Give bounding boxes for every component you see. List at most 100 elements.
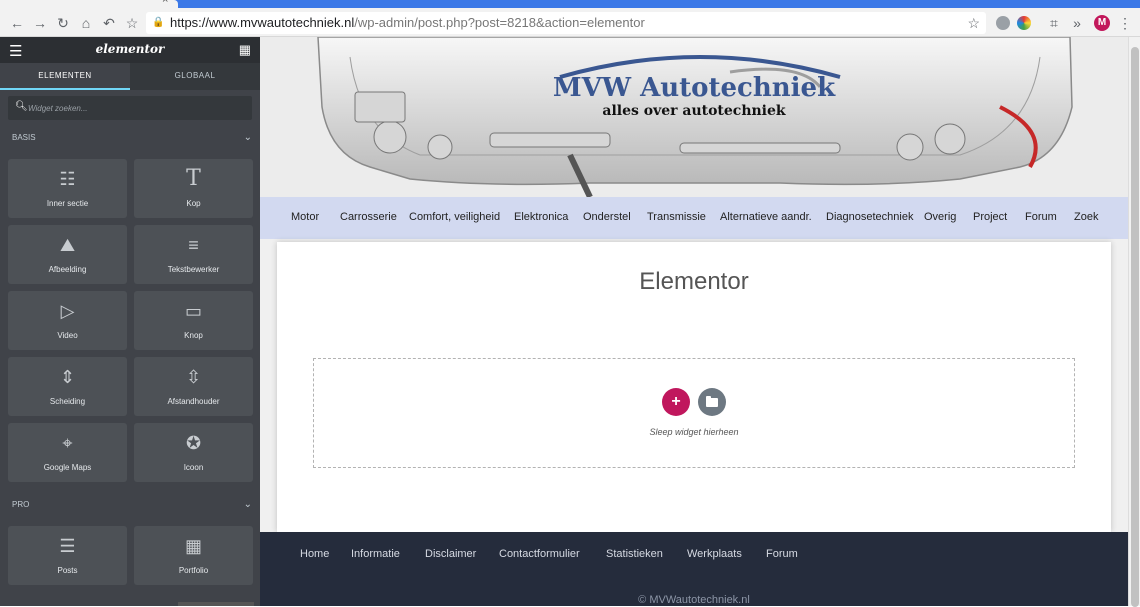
heading-icon: T [186, 166, 201, 191]
search-icon: 🔍︎ [15, 101, 28, 112]
chevron-down-icon: ⌄ [243, 132, 252, 143]
panel-footer-controls[interactable] [178, 602, 254, 606]
widget-posts[interactable]: ☰ Posts [8, 526, 127, 585]
bookmark-star-icon[interactable]: ☆ [123, 14, 141, 32]
tab-globaal[interactable]: GLOBAAL [130, 63, 260, 90]
divider-icon: ⇕ [59, 367, 76, 387]
site-header-banner: MVW Autotechniek alles over autotechniek [260, 37, 1128, 197]
category-label: PRO [12, 500, 30, 509]
widgets-grid-icon[interactable]: ▦ [239, 42, 251, 58]
page-title: Elementor [639, 268, 749, 295]
extension-chevron-icon[interactable]: » [1068, 14, 1086, 32]
extension-color-icon[interactable] [1017, 16, 1031, 30]
elementor-panel: ☰ elementor ▦ ELEMENTEN GLOBAAL 🔍︎ BASIS… [0, 37, 260, 606]
widget-label: Inner sectie [46, 199, 89, 208]
nav-item-transmissie[interactable]: Transmissie [647, 211, 706, 223]
footer-link-werkplaats[interactable]: Werkplaats [687, 548, 742, 560]
back-icon[interactable]: ← [8, 14, 26, 32]
site-title[interactable]: MVW Autotechniek [260, 73, 1128, 103]
profile-avatar[interactable]: M [1094, 15, 1110, 31]
undo-icon[interactable]: ↶ [100, 14, 118, 32]
widget-label: Icoon [183, 463, 204, 472]
widget-label: Scheiding [49, 397, 86, 406]
button-icon: ▭ [184, 301, 202, 321]
widget-icoon[interactable]: ✪ Icoon [134, 423, 253, 482]
drop-zone-hint: Sleep widget hierheen [649, 427, 739, 437]
widget-kop[interactable]: T Kop [134, 159, 253, 218]
widget-label: Posts [57, 566, 78, 575]
nav-item-zoek[interactable]: Zoek [1074, 211, 1098, 223]
nav-item-forum[interactable]: Forum [1025, 211, 1057, 223]
star-icon: ✪ [185, 433, 202, 453]
widget-drop-zone[interactable]: + Sleep widget hierheen [313, 358, 1075, 468]
browser-tab-strip: × [0, 0, 1140, 8]
browser-tab[interactable]: × [0, 0, 178, 8]
widget-scheiding[interactable]: ⇕ Scheiding [8, 357, 127, 416]
widget-video[interactable]: ▷ Video [8, 291, 127, 350]
nav-item-project[interactable]: Project [973, 211, 1007, 223]
widget-tekstbewerker[interactable]: ≡ Tekstbewerker [134, 225, 253, 284]
elementor-logo: elementor [95, 42, 165, 56]
nav-item-comfort-veiligheid[interactable]: Comfort, veiligheid [409, 211, 500, 223]
site-tagline: alles over autotechniek [602, 103, 786, 119]
home-icon[interactable]: ⌂ [77, 14, 95, 32]
widget-inner-sectie[interactable]: ☷ Inner sectie [8, 159, 127, 218]
footer-link-home[interactable]: Home [300, 548, 329, 560]
page-content: Elementor + Sleep widget hierheen [277, 242, 1111, 532]
widget-portfolio[interactable]: ▦ Portfolio [134, 526, 253, 585]
page-preview: MVW Autotechniek alles over autotechniek… [260, 37, 1128, 606]
columns-icon: ☷ [59, 169, 76, 189]
crop-icon[interactable]: ⌗ [1045, 14, 1063, 32]
close-tab-icon[interactable]: × [162, 0, 168, 6]
browser-menu-icon[interactable]: ⋮ [1116, 14, 1134, 32]
nav-item-onderstel[interactable]: Onderstel [583, 211, 631, 223]
posts-icon: ☰ [59, 536, 76, 556]
bookmark-page-icon[interactable]: ☆ [967, 12, 980, 34]
address-bar[interactable]: 🔒 https://www.mvwautotechniek.nl/wp-admi… [146, 12, 986, 34]
widget-search-input[interactable] [28, 100, 228, 116]
scrollbar-thumb[interactable] [1131, 47, 1139, 607]
image-icon: ⛰ [59, 235, 76, 255]
panel-tabs: ELEMENTEN GLOBAAL [0, 63, 260, 90]
preview-scrollbar[interactable] [1128, 37, 1140, 607]
video-icon: ▷ [60, 301, 75, 321]
footer-link-statistieken[interactable]: Statistieken [606, 548, 663, 560]
nav-item-elektronica[interactable]: Elektronica [514, 211, 568, 223]
widget-google-maps[interactable]: ⌖ Google Maps [8, 423, 127, 482]
nav-item-overig[interactable]: Overig [924, 211, 956, 223]
category-basis[interactable]: BASIS ⌄ [12, 131, 252, 145]
footer-link-forum[interactable]: Forum [766, 548, 798, 560]
widget-label: Knop [184, 331, 203, 340]
widget-afbeelding[interactable]: ⛰ Afbeelding [8, 225, 127, 284]
footer-link-informatie[interactable]: Informatie [351, 548, 400, 560]
widget-label: Afbeelding [48, 265, 87, 274]
portfolio-icon: ▦ [184, 536, 202, 556]
text-editor-icon: ≡ [188, 235, 199, 255]
widget-label: Portfolio [178, 566, 209, 575]
footer-link-contactformulier[interactable]: Contactformulier [499, 548, 580, 560]
browser-toolbar: ← → ↻ ⌂ ↶ ☆ 🔒 https://www.mvwautotechnie… [0, 8, 1140, 37]
footer-link-disclaimer[interactable]: Disclaimer [425, 548, 476, 560]
chevron-down-icon: ⌄ [243, 499, 252, 510]
spacer-icon: ⇳ [185, 367, 202, 387]
folder-icon [706, 396, 718, 407]
lock-icon: 🔒 [152, 17, 165, 28]
url-host: https://www.mvwautotechniek.nl [170, 15, 355, 30]
nav-item-diagnosetechniek[interactable]: Diagnosetechniek [826, 211, 913, 223]
add-section-button[interactable]: + [662, 388, 690, 416]
nav-item-motor[interactable]: Motor [291, 211, 319, 223]
forward-icon[interactable]: → [31, 14, 49, 32]
map-icon: ⌖ [62, 433, 73, 453]
extension-globe-icon[interactable] [996, 16, 1010, 30]
widget-afstandhouder[interactable]: ⇳ Afstandhouder [134, 357, 253, 416]
panel-header: ☰ elementor ▦ [0, 37, 260, 63]
url-path: /wp-admin/post.php?post=8218&action=elem… [354, 15, 645, 30]
tab-elementen[interactable]: ELEMENTEN [0, 63, 130, 90]
nav-item-alternatieve-aandr[interactable]: Alternatieve aandr. [720, 211, 812, 223]
widget-label: Afstandhouder [167, 397, 220, 406]
nav-item-carrosserie[interactable]: Carrosserie [340, 211, 397, 223]
add-template-button[interactable] [698, 388, 726, 416]
reload-icon[interactable]: ↻ [54, 14, 72, 32]
category-pro[interactable]: PRO ⌄ [12, 498, 252, 512]
widget-knop[interactable]: ▭ Knop [134, 291, 253, 350]
